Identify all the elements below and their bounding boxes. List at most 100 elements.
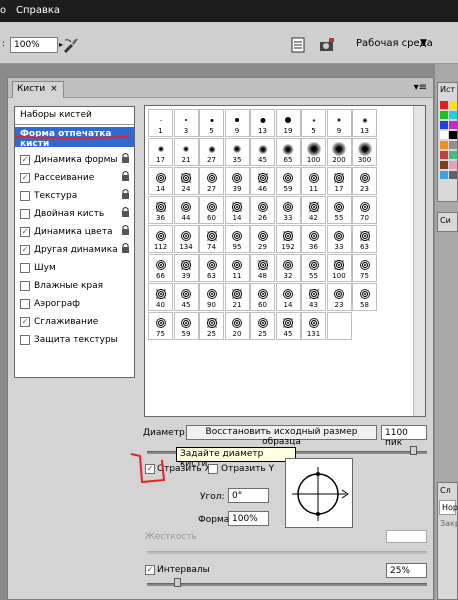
- setting-checkbox[interactable]: [20, 298, 30, 309]
- color-swatch[interactable]: [440, 101, 448, 109]
- brush-tip-cell[interactable]: 3: [173, 109, 199, 137]
- color-swatch[interactable]: [449, 151, 457, 159]
- spacing-slider-thumb[interactable]: [174, 578, 181, 587]
- brush-tip-cell[interactable]: [326, 312, 352, 340]
- brush-tip-cell[interactable]: 55: [326, 196, 352, 224]
- brush-setting-item[interactable]: Шум: [15, 257, 134, 275]
- brush-tip-cell[interactable]: 100: [326, 254, 352, 282]
- brush-tip-cell[interactable]: 36: [301, 225, 326, 253]
- brush-tip-cell[interactable]: 13: [250, 109, 275, 137]
- brush-tip-cell[interactable]: 200: [326, 138, 352, 166]
- brush-tip-cell[interactable]: 39: [173, 254, 199, 282]
- brush-tip-cell[interactable]: 32: [275, 254, 301, 282]
- brush-tip-cell[interactable]: 59: [173, 312, 199, 340]
- brush-tip-cell[interactable]: 33: [326, 225, 352, 253]
- brush-angle-preview[interactable]: [285, 458, 353, 528]
- styles-tab[interactable]: Си: [437, 212, 458, 232]
- brush-setting-item[interactable]: Защита текстуры: [15, 329, 134, 347]
- brush-setting-item[interactable]: ✓ Динамика цвета: [15, 221, 134, 239]
- zoom-input[interactable]: 100% ▸: [10, 37, 63, 53]
- brush-tip-cell[interactable]: 23: [352, 167, 377, 195]
- tab-brushes[interactable]: Кисти ×: [12, 81, 64, 98]
- brush-tip-cell[interactable]: 112: [148, 225, 173, 253]
- brush-setting-item[interactable]: ✓ Другая динамика: [15, 239, 134, 257]
- color-swatch[interactable]: [449, 141, 457, 149]
- color-swatch[interactable]: [449, 161, 457, 169]
- brush-tip-cell[interactable]: 63: [199, 254, 224, 282]
- blend-mode-select[interactable]: Нор: [439, 500, 458, 515]
- brush-tip-cell[interactable]: 27: [199, 138, 224, 166]
- brush-tip-cell[interactable]: 45: [250, 138, 275, 166]
- menu-item-help[interactable]: Справка: [16, 5, 60, 16]
- color-swatch[interactable]: [440, 141, 448, 149]
- brush-tip-cell[interactable]: 46: [250, 167, 275, 195]
- color-swatch[interactable]: [440, 151, 448, 159]
- brush-tip-cell[interactable]: 55: [301, 254, 326, 282]
- brush-tip-cell[interactable]: 11: [301, 167, 326, 195]
- brush-tip-cell[interactable]: 36: [148, 196, 173, 224]
- layers-panel[interactable]: Сл Нор Закр: [437, 482, 458, 600]
- color-swatch[interactable]: [440, 111, 448, 119]
- color-swatch[interactable]: [440, 121, 448, 129]
- chevron-down-icon[interactable]: ▼: [420, 38, 427, 48]
- roundness-field[interactable]: 100%: [228, 511, 269, 526]
- color-swatch[interactable]: [449, 131, 457, 139]
- brush-tip-cell[interactable]: 60: [250, 283, 275, 311]
- brush-tip-cell[interactable]: 45: [173, 283, 199, 311]
- close-icon[interactable]: ×: [50, 84, 58, 94]
- brush-tip-cell[interactable]: 27: [199, 167, 224, 195]
- brush-presets-item[interactable]: Наборы кистей: [15, 107, 134, 125]
- color-swatch[interactable]: [449, 101, 457, 109]
- panel-menu-icon[interactable]: ▾≡: [414, 82, 427, 93]
- brush-tip-cell[interactable]: 75: [352, 254, 377, 282]
- brush-tip-cell[interactable]: 26: [250, 196, 275, 224]
- brush-tip-cell[interactable]: 90: [199, 283, 224, 311]
- brush-tip-cell[interactable]: 74: [199, 225, 224, 253]
- layers-tab[interactable]: Сл: [438, 483, 457, 498]
- brush-setting-item[interactable]: Двойная кисть: [15, 203, 134, 221]
- brush-tip-cell[interactable]: 5: [301, 109, 326, 137]
- brush-tip-cell[interactable]: 39: [224, 167, 250, 195]
- brush-tip-cell[interactable]: 70: [352, 196, 377, 224]
- brush-tip-cell[interactable]: 48: [250, 254, 275, 282]
- brush-tip-cell[interactable]: 9: [224, 109, 250, 137]
- setting-checkbox[interactable]: ✓: [20, 154, 30, 165]
- lock-icon[interactable]: [121, 242, 130, 253]
- setting-checkbox[interactable]: [20, 334, 30, 345]
- brush-tip-cell[interactable]: 5: [199, 109, 224, 137]
- brush-tip-cell[interactable]: 131: [301, 312, 326, 340]
- spacing-field[interactable]: 25%: [386, 563, 427, 578]
- brush-tip-cell[interactable]: 21: [173, 138, 199, 166]
- brush-tip-cell[interactable]: 58: [352, 283, 377, 311]
- history-tab[interactable]: Ист: [438, 83, 457, 96]
- brush-tip-cell[interactable]: 14: [224, 196, 250, 224]
- brush-tip-cell[interactable]: 45: [275, 312, 301, 340]
- lock-icon[interactable]: [121, 206, 130, 217]
- spacing-slider[interactable]: [147, 583, 427, 586]
- brush-tip-cell[interactable]: 11: [224, 254, 250, 282]
- flip-y-checkbox[interactable]: [208, 464, 218, 474]
- spacing-checkbox[interactable]: ✓: [145, 565, 155, 575]
- setting-checkbox[interactable]: ✓: [20, 316, 30, 327]
- brush-tip-cell[interactable]: 25: [250, 312, 275, 340]
- airbrush-icon[interactable]: [62, 36, 80, 54]
- color-swatch[interactable]: [440, 161, 448, 169]
- brush-tip-cell[interactable]: 14: [275, 283, 301, 311]
- setting-checkbox[interactable]: ✓: [20, 172, 30, 183]
- color-swatch[interactable]: [440, 171, 448, 179]
- color-swatch[interactable]: [449, 121, 457, 129]
- setting-checkbox[interactable]: [20, 190, 30, 201]
- brush-tip-cell[interactable]: 63: [352, 225, 377, 253]
- brush-setting-item[interactable]: ✓ Динамика формы: [15, 149, 134, 167]
- brush-tip-cell[interactable]: 17: [326, 167, 352, 195]
- brush-tip-cell[interactable]: 19: [275, 109, 301, 137]
- brush-tip-cell[interactable]: 60: [199, 196, 224, 224]
- brush-tip-cell[interactable]: 13: [352, 109, 377, 137]
- brush-setting-item[interactable]: ✓ Сглаживание: [15, 311, 134, 329]
- angle-field[interactable]: 0°: [228, 488, 269, 503]
- restore-size-button[interactable]: Восстановить исходный размер образца: [186, 425, 377, 447]
- setting-checkbox[interactable]: [20, 208, 30, 219]
- camera-icon[interactable]: [318, 36, 336, 54]
- brush-tip-cell[interactable]: 1: [148, 109, 173, 137]
- brush-tip-cell[interactable]: 35: [224, 138, 250, 166]
